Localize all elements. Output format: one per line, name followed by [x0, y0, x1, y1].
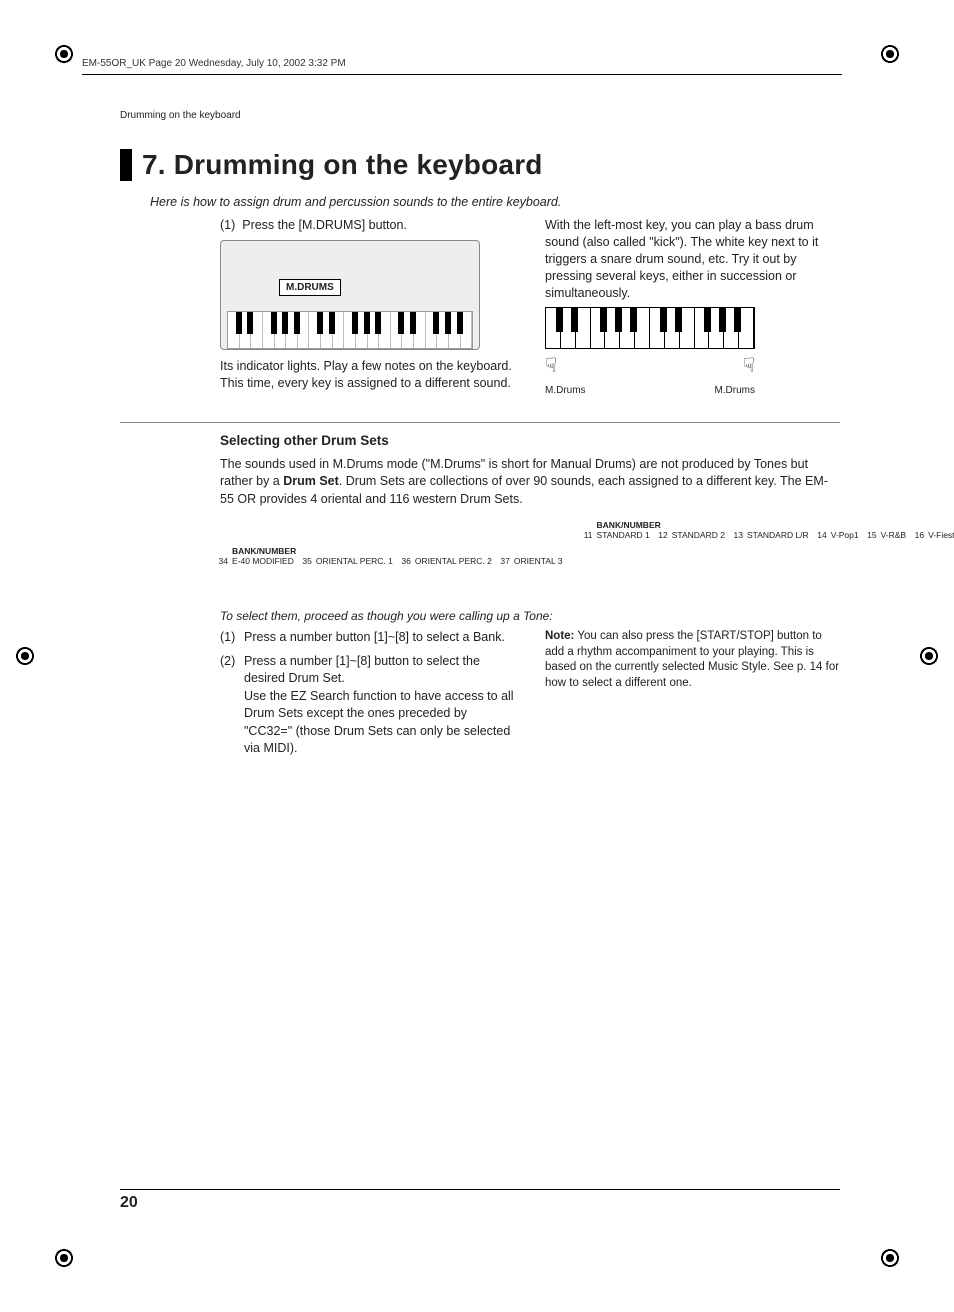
chapter-number: 7.	[142, 149, 166, 180]
mdrums-button-label: M.DRUMS	[279, 279, 341, 297]
keyboard-figure: M.DRUMS	[220, 240, 480, 350]
registration-mark	[918, 645, 940, 667]
footer-rule	[120, 1189, 840, 1190]
caption-left: M.Drums	[545, 384, 586, 398]
registration-mark	[879, 43, 901, 65]
page-info-header: EM-55OR_UK Page 20 Wednesday, July 10, 2…	[82, 58, 346, 69]
section-divider	[120, 422, 840, 423]
note-paragraph: Note: You can also press the [START/STOP…	[545, 629, 840, 691]
hand-right-icon: ☟	[743, 353, 755, 380]
step2-extra: Use the EZ Search function to have acces…	[244, 688, 515, 758]
step1-text: Press a number button [1]~[8] to select …	[244, 629, 515, 647]
hand-left-icon: ☟	[545, 353, 557, 380]
drum-set-table: BANK/NUMBER 34E-40 MODIFIED35ORIENTAL PE…	[210, 520, 840, 591]
registration-mark	[53, 43, 75, 65]
step2-text: Press a number [1]~[8] button to select …	[244, 653, 515, 688]
step1-num: (1)	[220, 629, 244, 647]
figure-caption: Its indicator lights. Play a few notes o…	[220, 358, 515, 392]
chapter-title-text: Drumming on the keyboard	[174, 149, 543, 180]
caption-right: M.Drums	[714, 384, 755, 398]
step2-num: (2)	[220, 653, 244, 758]
running-head: Drumming on the keyboard	[120, 110, 840, 121]
registration-mark	[879, 1247, 901, 1269]
right-paragraph: With the left-most key, you can play a b…	[545, 217, 840, 301]
to-select-text: To select them, proceed as though you we…	[220, 609, 840, 623]
section-body: The sounds used in M.Drums mode ("M.Drum…	[220, 456, 840, 509]
title-bar	[120, 149, 132, 181]
section-heading: Selecting other Drum Sets	[220, 433, 840, 448]
mini-piano-graphic	[545, 307, 755, 349]
step-number: (1)	[220, 218, 235, 232]
piano-keys-graphic	[227, 311, 473, 349]
drum-col-oriental: BANK/NUMBER 34E-40 MODIFIED35ORIENTAL PE…	[210, 546, 563, 566]
registration-mark	[53, 1247, 75, 1269]
note-label: Note:	[545, 630, 574, 642]
step-text: Press the [M.DRUMS] button.	[242, 218, 407, 232]
chapter-title: 7. Drumming on the keyboard	[120, 149, 840, 181]
drum-col-1: BANK/NUMBER 11STANDARD 112STANDARD 213ST…	[575, 520, 954, 591]
page-number: 20	[120, 1194, 138, 1212]
page-info-text: EM-55OR_UK Page 20 Wednesday, July 10, 2…	[82, 58, 346, 69]
registration-mark	[14, 645, 36, 667]
intro-text: Here is how to assign drum and percussio…	[150, 195, 840, 209]
hand-icons-row: ☟ ☟	[545, 353, 755, 380]
